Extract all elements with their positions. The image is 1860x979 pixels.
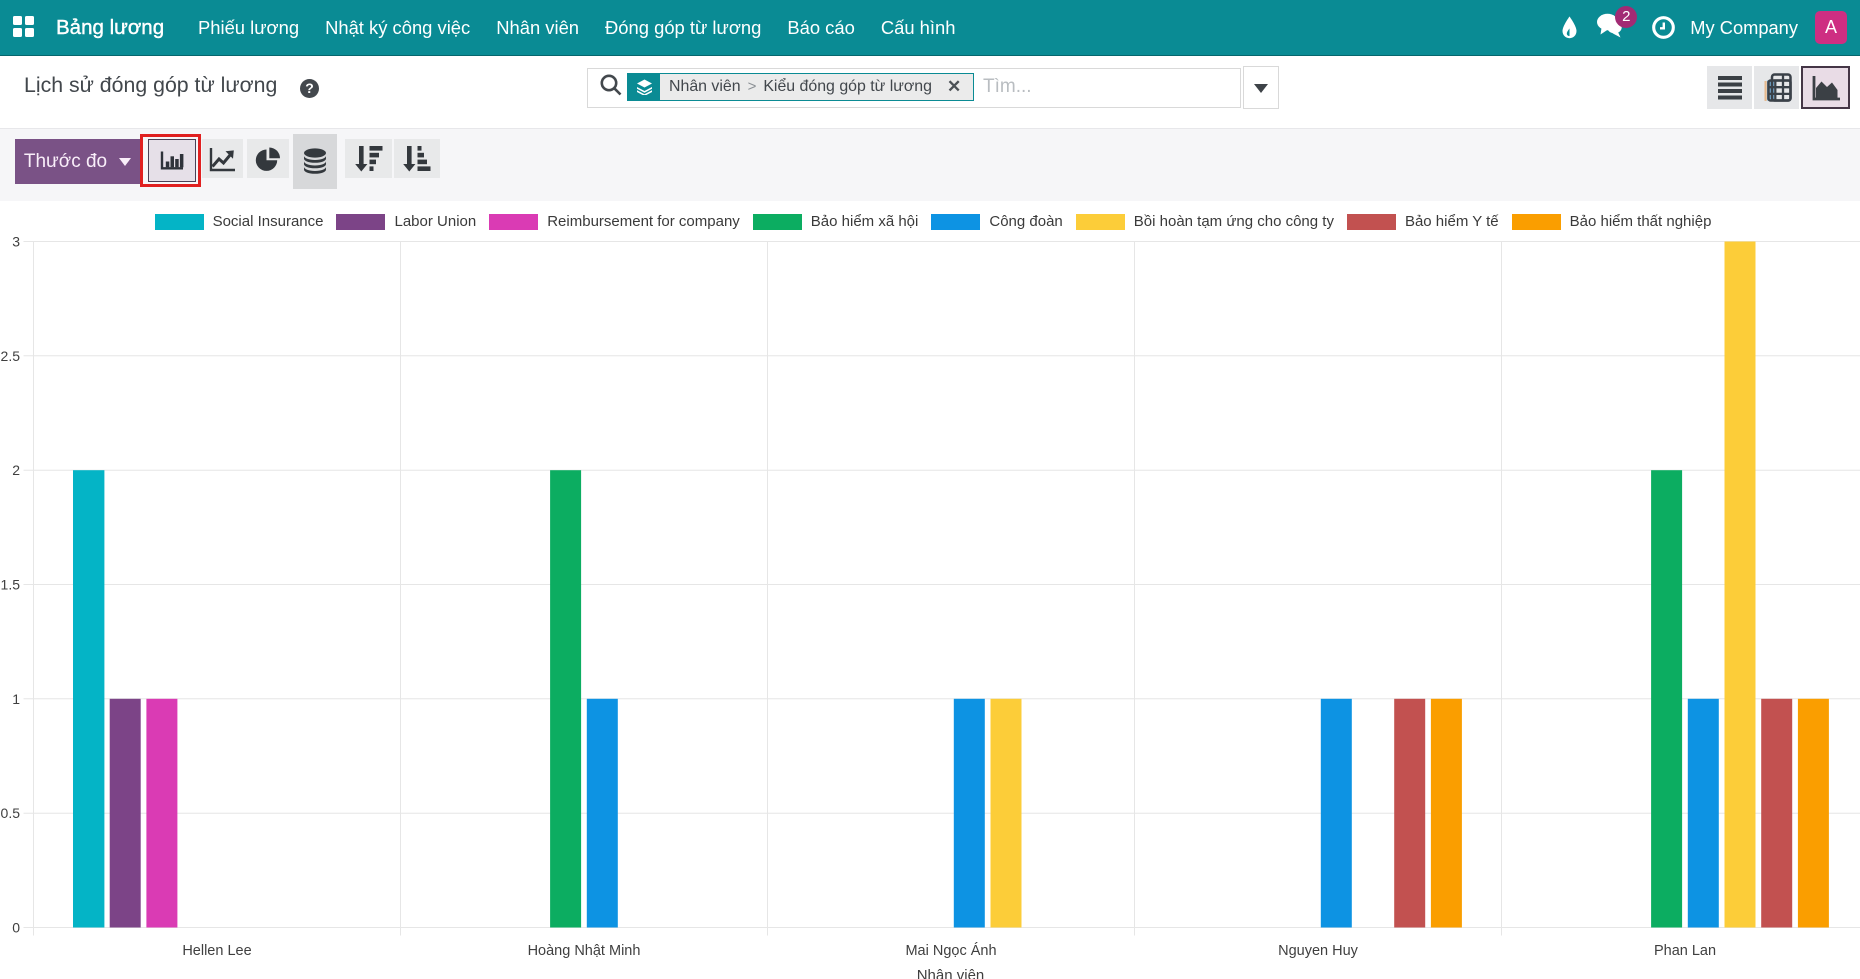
svg-text:Hoàng Nhật Minh: Hoàng Nhật Minh (528, 943, 641, 959)
svg-text:Phan Lan: Phan Lan (1654, 943, 1716, 959)
svg-text:1: 1 (12, 691, 20, 707)
svg-text:1.5: 1.5 (1, 577, 21, 593)
svg-text:Hellen Lee: Hellen Lee (182, 943, 251, 959)
svg-text:Nhân viên: Nhân viên (917, 967, 985, 979)
svg-text:Nguyen Huy: Nguyen Huy (1278, 943, 1359, 959)
svg-text:2: 2 (12, 462, 20, 478)
svg-text:Mai Ngọc Ánh: Mai Ngọc Ánh (905, 942, 996, 959)
svg-text:2.5: 2.5 (1, 348, 21, 364)
svg-text:0.5: 0.5 (1, 805, 21, 821)
svg-text:3: 3 (12, 234, 20, 250)
svg-text:0: 0 (12, 920, 20, 936)
